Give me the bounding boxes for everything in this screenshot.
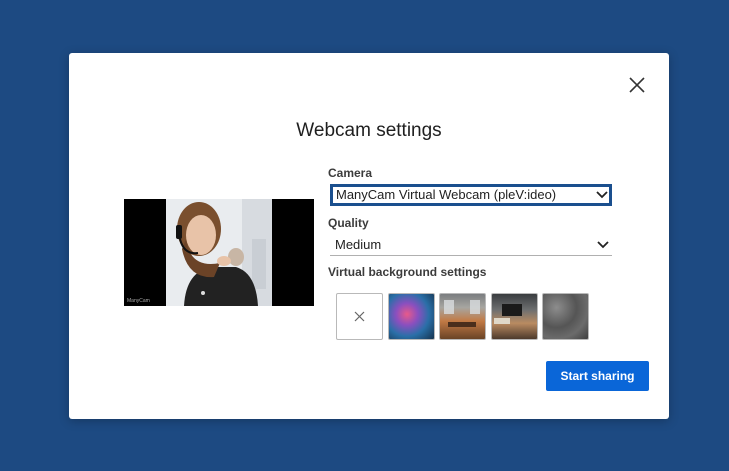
camera-preview: ManyCam [124,199,314,306]
camera-select[interactable]: ManyCam Virtual Webcam (pleV:ideo) [330,184,612,206]
virtual-background-label: Virtual background settings [328,265,487,279]
start-sharing-button[interactable]: Start sharing [546,361,649,391]
background-option-none[interactable] [336,293,383,340]
background-option-4[interactable] [542,293,589,340]
chevron-down-icon [597,241,609,249]
background-option-3[interactable] [491,293,538,340]
image-thumbnail [494,304,522,324]
close-button[interactable] [625,73,649,97]
preview-image [124,199,314,306]
camera-select-value: ManyCam Virtual Webcam (pleV:ideo) [336,187,557,202]
camera-label: Camera [328,166,373,180]
preview-caption: ManyCam [127,298,150,304]
webcam-settings-dialog: Webcam settings ManyCam Camera ManyCam V… [69,53,669,419]
close-icon [629,77,645,93]
dialog-title: Webcam settings [296,120,442,141]
quality-label: Quality [328,216,369,230]
quality-select[interactable]: Medium [330,234,612,256]
background-option-2[interactable] [439,293,486,340]
image-thumbnail [444,300,480,327]
close-icon [354,311,365,322]
background-option-1[interactable] [388,293,435,340]
quality-select-value: Medium [335,237,382,252]
chevron-down-icon [596,191,608,199]
